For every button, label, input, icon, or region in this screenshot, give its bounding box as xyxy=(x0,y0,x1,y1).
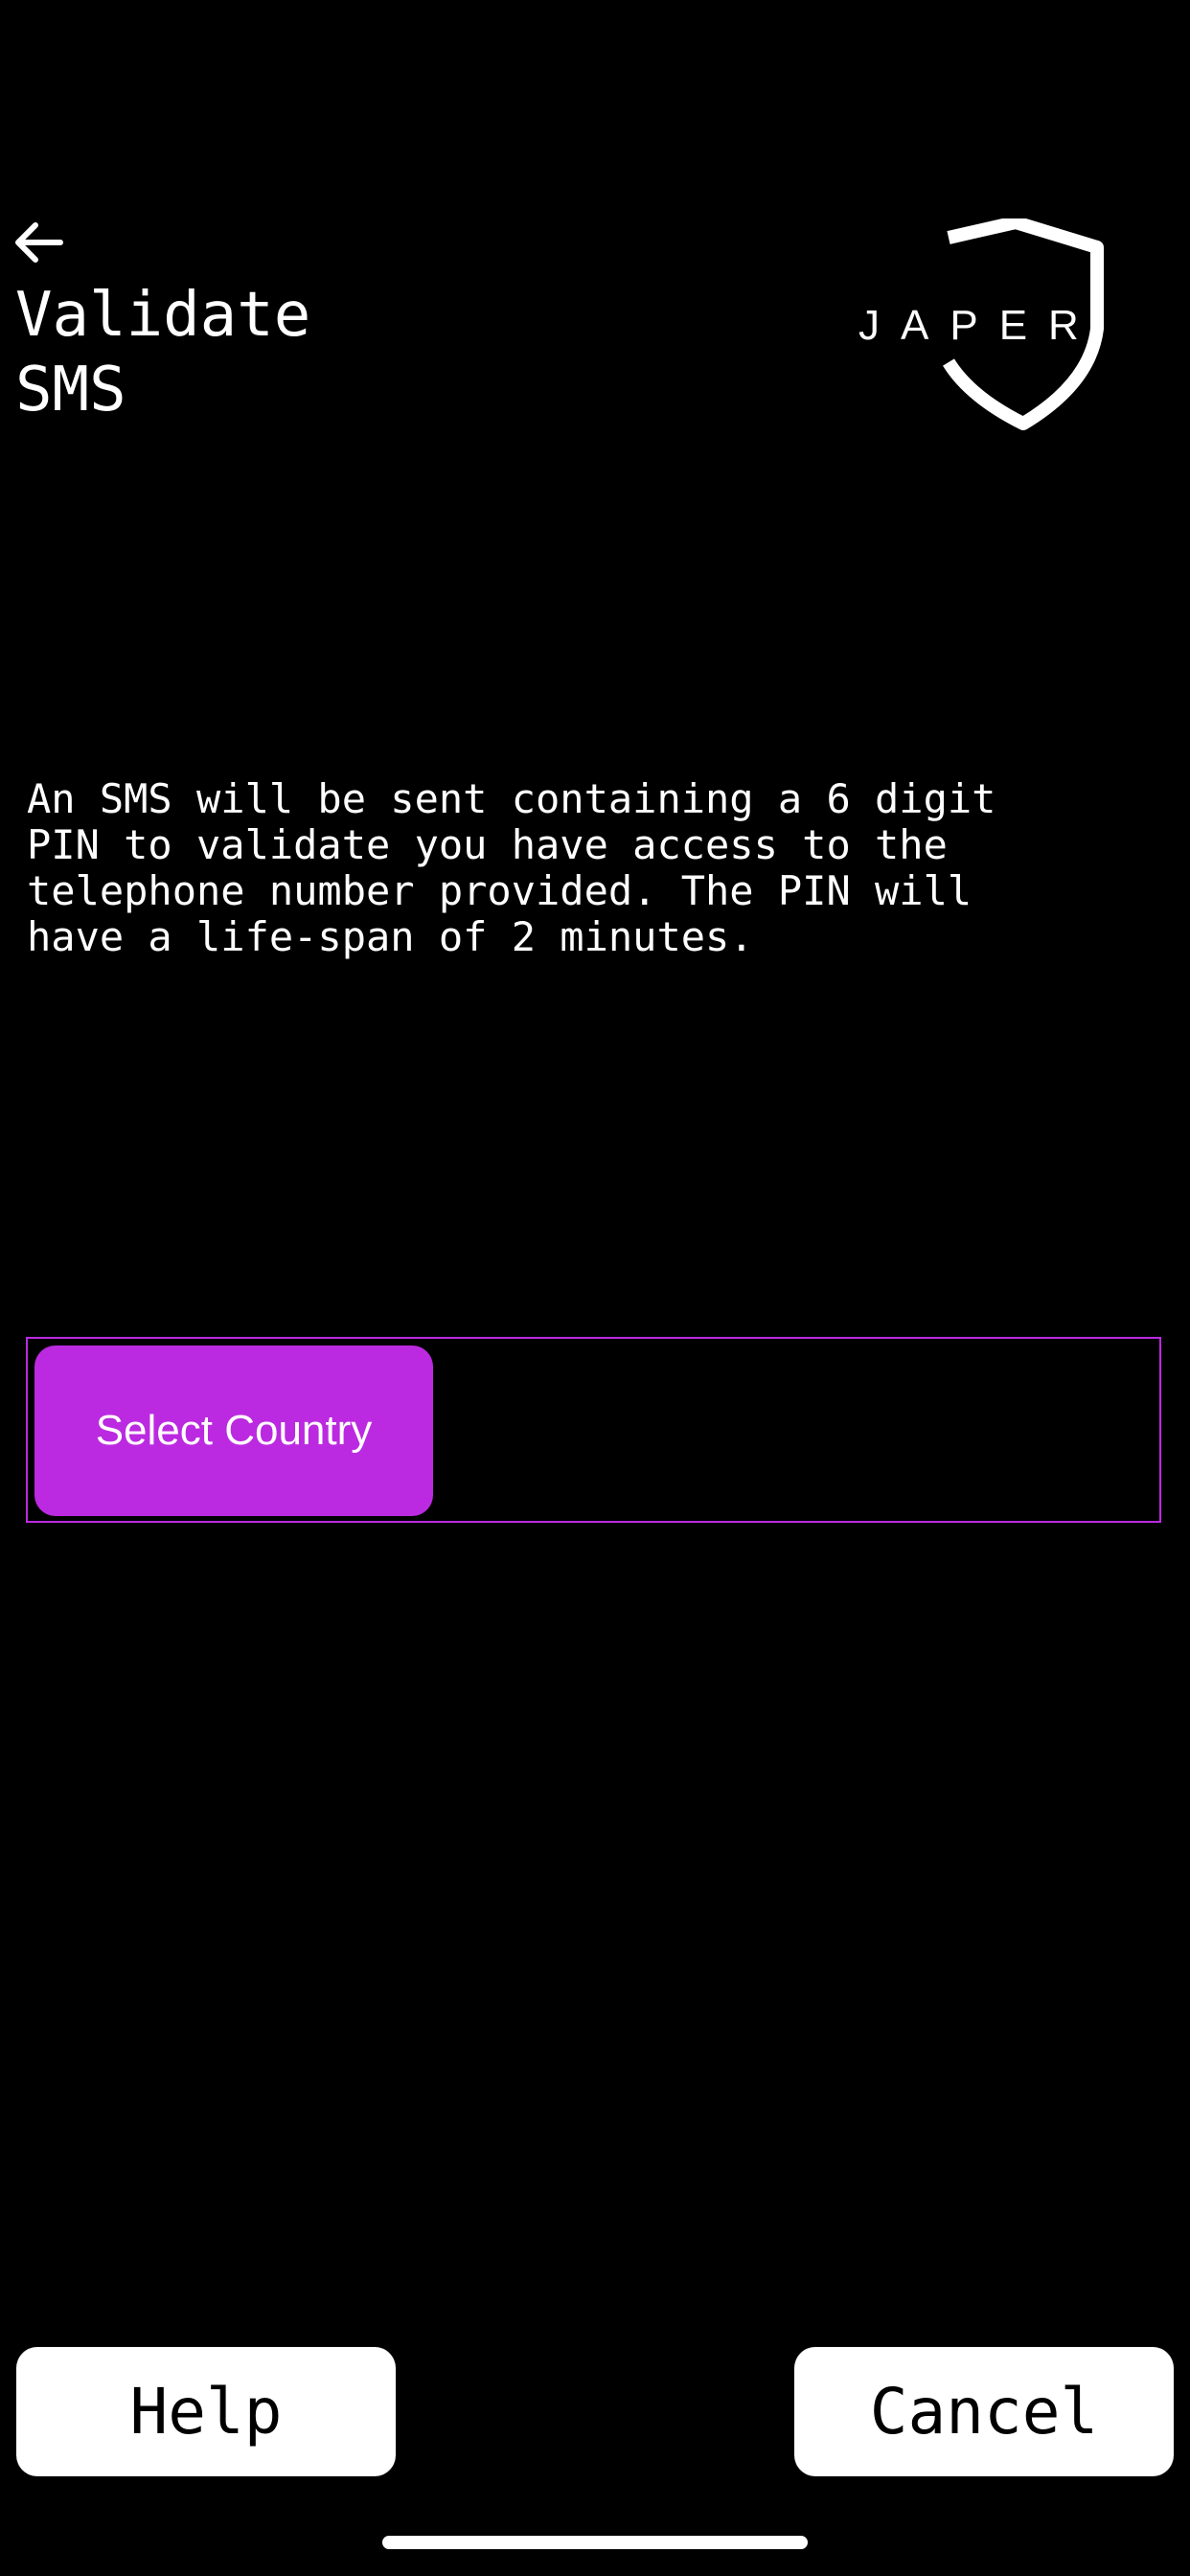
back-button[interactable] xyxy=(11,218,65,266)
select-country-button[interactable]: Select Country xyxy=(34,1346,433,1516)
japer-logo: JAPER xyxy=(853,216,1111,434)
logo-text: JAPER xyxy=(858,302,1100,349)
cancel-button[interactable]: Cancel xyxy=(794,2347,1174,2476)
shield-icon: JAPER xyxy=(853,216,1104,430)
help-button[interactable]: Help xyxy=(16,2347,396,2476)
page-title-line: Validate xyxy=(15,280,311,351)
country-selector: Select Country xyxy=(26,1337,1161,1523)
page-title-line: SMS xyxy=(15,355,126,426)
arrow-left-icon xyxy=(15,222,63,263)
home-indicator xyxy=(382,2536,808,2549)
page-title: Validate SMS xyxy=(15,278,310,427)
sms-description: An SMS will be sent containing a 6 digit… xyxy=(27,775,996,960)
